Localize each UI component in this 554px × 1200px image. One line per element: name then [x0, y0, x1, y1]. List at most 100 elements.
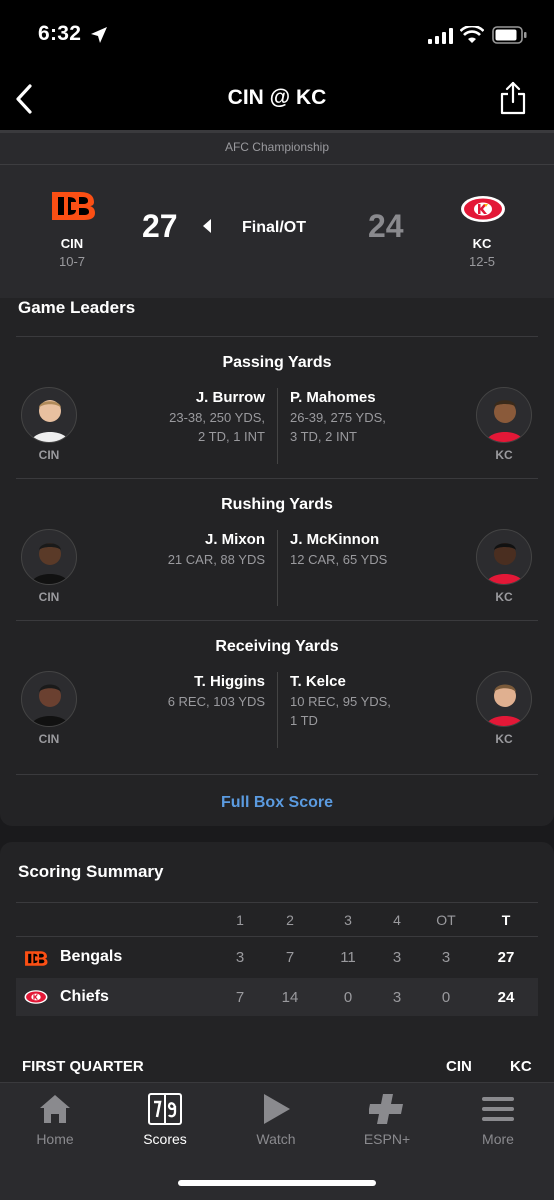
divider [16, 478, 538, 479]
location-arrow-icon [91, 27, 107, 43]
tab-home[interactable]: Home [10, 1091, 100, 1147]
tab-label: Watch [256, 1131, 296, 1147]
player-stat-line: 1 TD [290, 713, 318, 728]
winner-indicator-icon [203, 219, 211, 233]
player-name[interactable]: J. Mixon [120, 531, 265, 548]
player-name[interactable]: J. Burrow [120, 389, 265, 406]
column-header: T [501, 912, 511, 928]
bengals-logo-icon [25, 951, 48, 966]
away-team-record: 10-7 [58, 254, 86, 269]
divider [277, 530, 278, 606]
stat-category-title: Receiving Yards [215, 638, 339, 655]
player-stat-line: 23-38, 250 YDS, [169, 410, 265, 425]
player-stat-line: 6 REC, 103 YDS [167, 694, 265, 709]
home-team-abbr: KC [472, 236, 492, 251]
nav-bar: CIN @ KC [0, 70, 554, 130]
quarter-score: 3 [235, 949, 245, 966]
tab-espn-plus[interactable]: ESPN+ [342, 1091, 432, 1147]
divider [16, 902, 538, 903]
player-stat-line: 3 TD, 2 INT [290, 429, 357, 444]
divider [277, 388, 278, 464]
avatar-team-label: CIN [38, 732, 60, 746]
column-header: 2 [286, 912, 294, 928]
section-title-scoring-summary: Scoring Summary [18, 862, 164, 881]
quarter-score: 3 [441, 949, 451, 966]
player-stat-line: 2 TD, 1 INT [198, 429, 265, 444]
wifi-icon [460, 26, 484, 43]
stat-category-title: Passing Yards [222, 354, 332, 371]
game-leaders-card: Game Leaders Passing Yards CIN J. Burrow… [0, 298, 554, 826]
quarter-score: 3 [392, 949, 402, 966]
player-avatar-mahomes[interactable] [476, 387, 532, 443]
player-stat-line: 26-39, 275 YDS, [290, 410, 386, 425]
avatar-team-label: CIN [38, 448, 60, 462]
quarter-score: 7 [285, 949, 295, 966]
tab-label: Home [36, 1131, 74, 1147]
top-strip [0, 130, 554, 133]
player-stat-line: 21 CAR, 88 YDS [167, 552, 265, 567]
row-team-name[interactable]: Chiefs [60, 988, 109, 1006]
player-avatar-kelce[interactable] [476, 671, 532, 727]
tab-label: ESPN+ [363, 1131, 411, 1147]
status-time: 6:32 [38, 22, 82, 45]
event-label: AFC Championship [224, 140, 330, 154]
player-stat-line: 12 CAR, 65 YDS [290, 552, 388, 567]
tab-scores[interactable]: Scores [120, 1091, 210, 1147]
avatar-team-label: KC [495, 732, 513, 746]
section-title-game-leaders: Game Leaders [18, 298, 136, 317]
game-status: Final/OT [242, 219, 306, 236]
player-name[interactable]: P. Mahomes [290, 389, 440, 406]
player-name[interactable]: J. McKinnon [290, 531, 440, 548]
avatar-team-label: KC [495, 590, 513, 604]
home-indicator[interactable] [178, 1180, 376, 1186]
player-avatar-mckinnon[interactable] [476, 529, 532, 585]
chiefs-logo-icon[interactable] [460, 194, 506, 224]
home-score: 24 [368, 208, 404, 244]
avatar-team-label: CIN [38, 590, 60, 604]
play-icon [264, 1094, 290, 1124]
tab-more[interactable]: More [453, 1091, 543, 1147]
page-title: CIN @ KC [227, 86, 327, 109]
divider [16, 936, 538, 937]
total-score: 27 [497, 949, 515, 966]
chiefs-logo-icon [24, 990, 48, 1004]
scores-icon [148, 1093, 182, 1125]
quarter-score: 3 [392, 989, 402, 1006]
divider [0, 164, 554, 165]
quarter-score: 7 [235, 989, 245, 1006]
quarter-score: 0 [343, 989, 353, 1006]
row-team-name[interactable]: Bengals [60, 948, 122, 966]
full-box-score-link[interactable]: Full Box Score [0, 794, 554, 812]
column-header: OT [436, 912, 456, 928]
tab-watch[interactable]: Watch [231, 1091, 321, 1147]
column-header: 3 [344, 912, 352, 928]
first-quarter-col-kc: KC [510, 1058, 532, 1075]
total-score: 24 [497, 989, 515, 1006]
quarter-score: 11 [340, 949, 356, 966]
away-score: 27 [142, 208, 178, 244]
share-button[interactable] [498, 80, 528, 116]
divider [277, 672, 278, 748]
cellular-signal-icon [428, 28, 453, 44]
player-name[interactable]: T. Higgins [120, 673, 265, 690]
player-name[interactable]: T. Kelce [290, 673, 440, 690]
status-bar: 6:32 [0, 0, 554, 70]
stat-category-title: Rushing Yards [221, 496, 333, 513]
player-avatar-mixon[interactable] [21, 529, 77, 585]
player-avatar-burrow[interactable] [21, 387, 77, 443]
column-header: 1 [236, 912, 244, 928]
player-avatar-higgins[interactable] [21, 671, 77, 727]
home-icon [40, 1095, 70, 1123]
divider [16, 620, 538, 621]
divider [16, 336, 538, 337]
home-team-record: 12-5 [468, 254, 496, 269]
tab-label: More [482, 1131, 514, 1147]
away-team-abbr: CIN [60, 236, 84, 251]
bengals-logo-icon[interactable] [50, 190, 96, 222]
first-quarter-header: FIRST QUARTER [22, 1058, 144, 1075]
tab-label: Scores [143, 1131, 187, 1147]
quarter-score: 0 [441, 989, 451, 1006]
espn-plus-icon [369, 1094, 403, 1124]
avatar-team-label: KC [495, 448, 513, 462]
first-quarter-col-cin: CIN [446, 1058, 472, 1075]
